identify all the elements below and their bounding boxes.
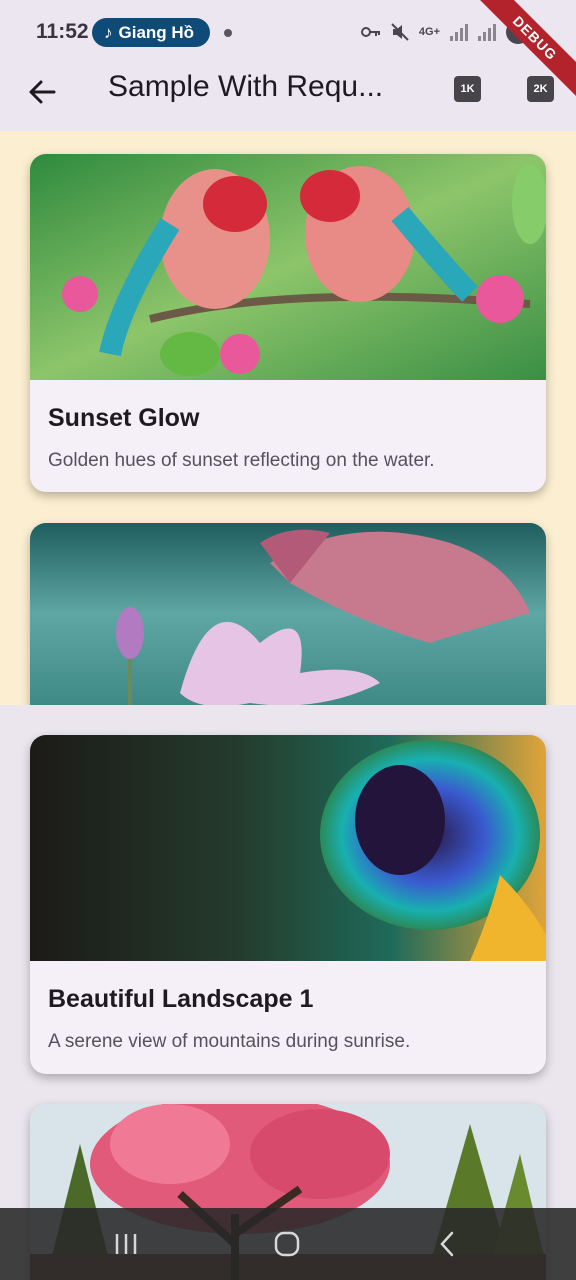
image-card[interactable]: Sunset Glow Golden hues of sunset reflec… [30,154,546,492]
key-icon [360,27,380,37]
image-card[interactable] [30,523,546,705]
arrow-back-icon [29,80,56,104]
music-note-icon: ♪ [104,23,113,42]
card-title: Beautiful Landscape 1 [48,985,314,1013]
notification-label: Giang Hồ [118,23,195,42]
back-nav-button[interactable] [428,1230,468,1258]
mute-icon [391,23,409,41]
page-title: Sample With Requ... [108,70,384,103]
notification-pill[interactable]: ♪ Giang Hồ [92,18,210,47]
image-card[interactable]: Beautiful Landscape 1 A serene view of m… [30,735,546,1074]
app-bar: Sample With Requ... 1K 2K [0,64,576,131]
card-description: Golden hues of sunset reflecting on the … [48,450,435,471]
recent-apps-button[interactable] [106,1230,146,1258]
resolution-2k-button[interactable]: 2K [527,76,554,102]
chevron-left-icon [440,1231,454,1257]
resolution-1k-button[interactable]: 1K [454,76,481,102]
system-nav-bar [0,1208,576,1280]
bottom-section: Beautiful Landscape 1 A serene view of m… [0,705,576,1280]
back-button[interactable] [22,72,62,112]
home-button[interactable] [267,1230,307,1258]
recent-apps-icon [115,1234,137,1254]
butterfly-image [30,523,546,705]
birds-image [30,154,546,380]
signal-icon-2 [478,23,496,41]
status-time: 11:52 [36,20,89,43]
home-icon [274,1231,300,1257]
top-section: Sunset Glow Golden hues of sunset reflec… [0,131,576,705]
network-type: 4G+ [418,26,440,38]
signal-icon [450,23,468,41]
notification-dot-icon [224,29,232,37]
card-title: Sunset Glow [48,404,200,432]
peacock-feather-image [30,735,546,961]
card-description: A serene view of mountains during sunris… [48,1031,411,1052]
